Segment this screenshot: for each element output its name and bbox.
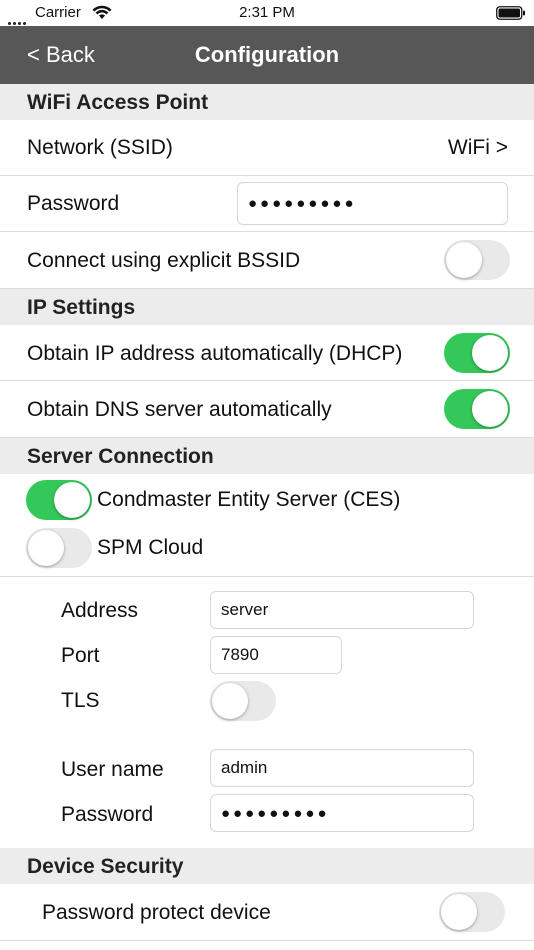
network-label: Network (SSID) bbox=[27, 136, 173, 159]
dns-label: Obtain DNS server automatically bbox=[27, 398, 332, 421]
address-value: server bbox=[221, 600, 269, 619]
wifi-password-row: Password ●●●●●●●●● bbox=[0, 176, 534, 232]
port-label: Port bbox=[61, 644, 100, 667]
section-header-wifi: WiFi Access Point bbox=[0, 84, 534, 120]
password-protect-row: Password protect device bbox=[0, 884, 534, 941]
section-title: IP Settings bbox=[27, 296, 136, 319]
network-value: WiFi > bbox=[447, 136, 508, 159]
wifi-password-value: ●●●●●●●●● bbox=[248, 195, 357, 212]
port-input[interactable]: 7890 bbox=[210, 636, 342, 674]
spm-cloud-toggle[interactable] bbox=[26, 528, 92, 568]
username-input[interactable]: admin bbox=[210, 749, 474, 787]
server-password-label: Password bbox=[61, 803, 154, 826]
address-input[interactable]: server bbox=[210, 591, 474, 629]
spm-cloud-label: SPM Cloud bbox=[97, 536, 204, 559]
tls-toggle[interactable] bbox=[210, 681, 276, 721]
bssid-label: Connect using explicit BSSID bbox=[27, 249, 301, 272]
port-value: 7890 bbox=[221, 645, 259, 664]
section-header-server: Server Connection bbox=[0, 438, 534, 474]
section-title: WiFi Access Point bbox=[27, 91, 209, 114]
password-protect-label: Password protect device bbox=[42, 901, 271, 924]
battery-icon bbox=[496, 6, 526, 20]
dhcp-toggle[interactable] bbox=[444, 333, 510, 373]
password-protect-toggle[interactable] bbox=[439, 892, 505, 932]
ces-toggle[interactable] bbox=[26, 480, 92, 520]
tls-label: TLS bbox=[61, 689, 100, 712]
server-password-value: ●●●●●●●●● bbox=[221, 804, 330, 822]
username-label: User name bbox=[61, 758, 164, 781]
network-ssid-row[interactable]: Network (SSID) WiFi > bbox=[0, 120, 534, 176]
ces-label: Condmaster Entity Server (CES) bbox=[97, 488, 401, 511]
configuration-screen: Carrier 2:31 PM < Back Configuration WiF… bbox=[0, 0, 534, 950]
dns-toggle[interactable] bbox=[444, 389, 510, 429]
dhcp-label: Obtain IP address automatically (DHCP) bbox=[27, 342, 403, 365]
dns-row: Obtain DNS server automatically bbox=[0, 381, 534, 438]
clock-time: 2:31 PM bbox=[239, 4, 295, 21]
page-title: Configuration bbox=[194, 42, 340, 67]
bssid-toggle[interactable] bbox=[444, 240, 510, 280]
server-password-input[interactable]: ●●●●●●●●● bbox=[210, 794, 474, 832]
status-bar: Carrier 2:31 PM bbox=[0, 0, 534, 26]
navigation-bar: < Back Configuration bbox=[0, 26, 534, 84]
divider bbox=[0, 576, 534, 577]
section-header-device-security: Device Security bbox=[0, 848, 534, 884]
wifi-password-field[interactable]: ●●●●●●●●● bbox=[237, 182, 508, 225]
dhcp-row: Obtain IP address automatically (DHCP) bbox=[0, 325, 534, 381]
password-label: Password bbox=[27, 192, 120, 215]
username-value: admin bbox=[221, 758, 268, 777]
section-header-ip: IP Settings bbox=[0, 289, 534, 325]
section-title: Server Connection bbox=[27, 445, 214, 468]
section-title: Device Security bbox=[27, 855, 184, 878]
address-label: Address bbox=[61, 599, 139, 622]
bssid-row: Connect using explicit BSSID bbox=[0, 232, 534, 289]
